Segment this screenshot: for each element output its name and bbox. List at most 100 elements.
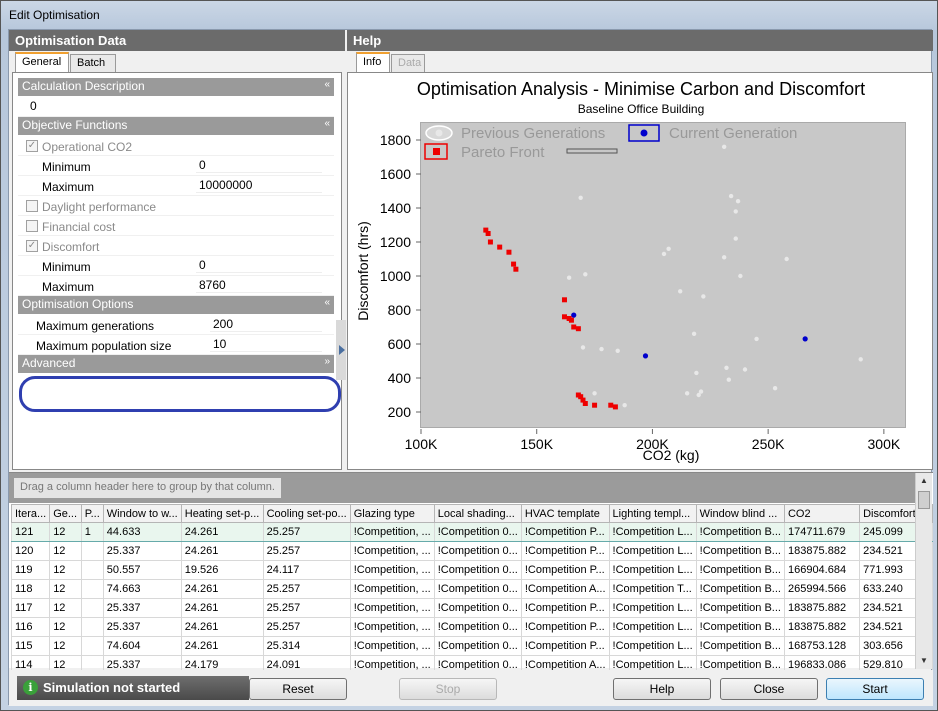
tab-batch[interactable]: Batch xyxy=(70,54,116,72)
table-row[interactable]: 115 12 74.604 24.261 25.314 !Competition, ...… xyxy=(10,636,933,656)
grid-vertical-scrollbar[interactable]: ▲ ▼ xyxy=(915,473,932,669)
max-generations-field[interactable]: 200 xyxy=(210,317,322,332)
table-row[interactable]: 116 12 25.337 24.261 25.257 !Competition, ...… xyxy=(10,617,933,637)
table-cell: 24.261 xyxy=(180,636,264,656)
current-generation-point xyxy=(642,353,649,359)
pareto-point xyxy=(511,261,517,267)
chart-title: Optimisation Analysis - Minimise Carbon … xyxy=(416,79,866,99)
table-row[interactable]: 120 12 25.337 24.261 25.257 !Competition, ...… xyxy=(10,541,933,561)
max-population-field[interactable]: 10 xyxy=(210,337,322,352)
table-cell: !Competition P... xyxy=(520,522,610,542)
previous-generation-point xyxy=(684,391,690,396)
table-cell: 24.261 xyxy=(180,579,264,599)
y-tick-label: 600 xyxy=(388,336,412,352)
table-cell: !Competition A... xyxy=(520,579,610,599)
table-cell: 12 xyxy=(49,541,82,561)
calc-desc-field[interactable]: 0 xyxy=(24,99,324,114)
previous-generation-point xyxy=(691,331,697,336)
column-header[interactable]: Ge... xyxy=(49,504,82,523)
help-button[interactable]: Help xyxy=(613,678,711,700)
table-cell: 24.261 xyxy=(180,522,264,542)
tab-general[interactable]: General xyxy=(15,52,69,72)
legend-current-label: Current Generation xyxy=(669,125,797,142)
table-row[interactable]: 121 12 1 44.633 24.261 25.257 !Competition, ..… xyxy=(10,522,933,542)
column-header[interactable]: Heating set-p... xyxy=(180,504,264,523)
financial-checkbox[interactable] xyxy=(26,220,38,232)
previous-generation-point xyxy=(701,294,706,299)
category-objective-functions[interactable]: Objective Functions « xyxy=(18,117,334,135)
legend-pareto-dot xyxy=(433,148,440,155)
daylight-checkbox[interactable] xyxy=(26,200,38,212)
column-header[interactable]: Window to w... xyxy=(102,504,182,523)
close-button[interactable]: Close xyxy=(720,678,818,700)
stop-button[interactable]: Stop xyxy=(399,678,497,700)
table-cell: !Competition T... xyxy=(608,579,697,599)
legend-pareto-label: Pareto Front xyxy=(461,144,545,161)
table-cell xyxy=(80,598,104,618)
discomfort-row: ✓ Discomfort xyxy=(18,236,334,256)
scroll-thumb[interactable] xyxy=(918,491,930,509)
scroll-up-icon[interactable]: ▲ xyxy=(916,473,932,489)
table-cell: !Competition, ... xyxy=(349,598,435,618)
y-tick-label: 800 xyxy=(388,302,412,318)
column-header[interactable]: P... xyxy=(80,504,104,523)
pareto-point xyxy=(612,404,618,410)
expand-chevron-icon[interactable]: » xyxy=(324,356,330,367)
category-optimisation-options[interactable]: Optimisation Options « xyxy=(18,296,334,314)
previous-generation-point xyxy=(742,367,748,372)
tab-data[interactable]: Data xyxy=(391,54,425,72)
start-button[interactable]: Start xyxy=(826,678,924,700)
table-cell: !Competition B... xyxy=(695,617,785,637)
column-header[interactable]: CO2 xyxy=(783,504,861,523)
table-cell: !Competition P... xyxy=(520,560,610,580)
plot-area: Previous Generations Current Generation … xyxy=(420,122,906,428)
discomfort-minimum-field[interactable]: 0 xyxy=(196,258,322,273)
table-cell: 183875.882 xyxy=(783,541,861,561)
table-cell: !Competition L... xyxy=(608,617,697,637)
table-cell: 50.557 xyxy=(102,560,182,580)
table-row[interactable]: 118 12 74.663 24.261 25.257 !Competition, ...… xyxy=(10,579,933,599)
collapse-chevron-icon[interactable]: « xyxy=(324,297,330,308)
scroll-down-icon[interactable]: ▼ xyxy=(916,653,932,669)
table-cell: !Competition P... xyxy=(520,598,610,618)
previous-generation-point xyxy=(592,391,597,396)
group-by-bar[interactable]: Drag a column header here to group by th… xyxy=(9,473,915,503)
reset-button[interactable]: Reset xyxy=(249,678,347,700)
previous-generation-point xyxy=(583,272,588,277)
column-header[interactable]: Itera... xyxy=(10,504,51,523)
previous-generation-point xyxy=(666,246,671,251)
operational-co2-checkbox[interactable]: ✓ xyxy=(26,140,38,152)
legend-pareto-line xyxy=(566,148,618,154)
column-header[interactable]: Glazing type xyxy=(349,504,435,523)
collapse-chevron-icon[interactable]: « xyxy=(324,79,330,90)
category-advanced[interactable]: Advanced » xyxy=(18,355,334,373)
category-calculation-description[interactable]: Calculation Description « xyxy=(18,78,334,96)
table-cell: 115 xyxy=(10,636,51,656)
table-header-row: Itera... Ge... P... Window to w... Heating s… xyxy=(10,504,933,523)
y-tick-label: 400 xyxy=(388,370,412,386)
table-cell xyxy=(80,560,104,580)
table-row[interactable]: 117 12 25.337 24.261 25.257 !Competition, ...… xyxy=(10,598,933,618)
tab-info[interactable]: Info xyxy=(356,52,390,72)
column-header[interactable]: Cooling set-po... xyxy=(262,504,351,523)
table-cell: !Competition L... xyxy=(608,541,697,561)
co2-maximum-field[interactable]: 10000000 xyxy=(196,178,322,193)
table-row[interactable]: 119 12 50.557 19.526 24.117 !Competition, ...… xyxy=(10,560,933,580)
co2-minimum-field[interactable]: 0 xyxy=(196,158,322,173)
column-header[interactable]: Window blind ... xyxy=(695,504,785,523)
table-cell: !Competition, ... xyxy=(349,560,435,580)
column-header[interactable]: Lighting templ... xyxy=(608,504,697,523)
column-header[interactable]: HVAC template xyxy=(520,504,610,523)
table-cell: 24.261 xyxy=(180,541,264,561)
column-header[interactable]: Local shading... xyxy=(433,504,522,523)
pareto-point xyxy=(513,266,519,272)
legend-previous-dot xyxy=(435,129,443,137)
current-generation-point xyxy=(571,312,577,318)
discomfort-maximum-field[interactable]: 8760 xyxy=(196,278,322,293)
collapse-chevron-icon[interactable]: « xyxy=(324,118,330,129)
splitter-arrow-icon[interactable] xyxy=(339,345,345,355)
edit-optimisation-window: Edit Optimisation Optimisation Data Gene… xyxy=(0,0,938,711)
legend-previous-label: Previous Generations xyxy=(461,125,605,142)
discomfort-checkbox[interactable]: ✓ xyxy=(26,240,38,252)
simulation-status: i Simulation not started xyxy=(17,676,249,700)
